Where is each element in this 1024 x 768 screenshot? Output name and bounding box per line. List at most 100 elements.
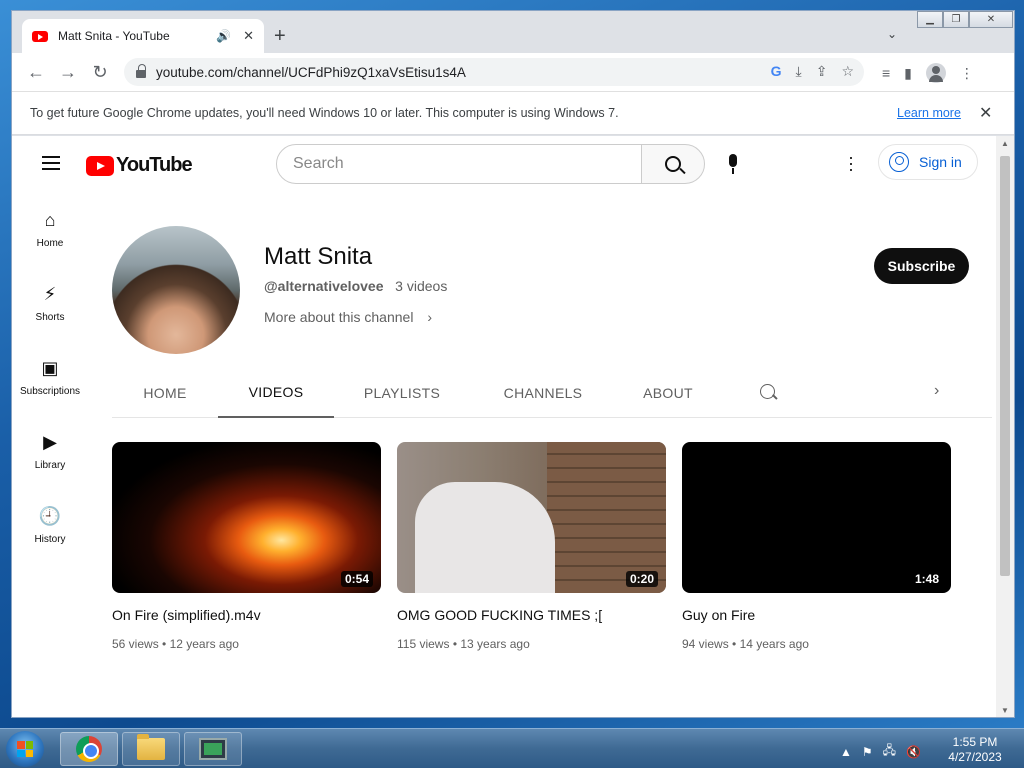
video-card[interactable]: 1:48 Guy on Fire 94 views • 14 years ago xyxy=(682,442,951,651)
media-control-icon[interactable]: ≡ xyxy=(882,65,890,81)
sidebar-item-history[interactable]: 🕘 History xyxy=(12,488,88,562)
more-about-channel-link[interactable]: More about this channel › xyxy=(264,309,432,325)
video-meta: 115 views • 13 years ago xyxy=(397,637,530,651)
windows-logo-icon xyxy=(17,741,33,757)
video-meta: 56 views • 12 years ago xyxy=(112,637,239,651)
video-title[interactable]: On Fire (simplified).m4v xyxy=(112,607,381,623)
history-icon: 🕘 xyxy=(38,506,62,526)
video-card[interactable]: 0:20 OMG GOOD FUCKING TIMES ;[ 115 views… xyxy=(397,442,666,651)
hamburger-menu-icon[interactable] xyxy=(42,156,60,170)
chrome-icon xyxy=(76,736,102,762)
tab-search-chevron-icon[interactable]: ⌄ xyxy=(887,27,897,41)
search-input[interactable]: Search xyxy=(276,144,642,184)
browser-toolbar: ← → ↻ youtube.com/channel/UCFdPhi9zQ1xaV… xyxy=(12,53,1014,91)
sign-in-button[interactable]: Sign in xyxy=(878,144,978,180)
lock-icon[interactable] xyxy=(136,64,146,78)
bookmark-star-icon[interactable]: ☆ xyxy=(841,63,854,80)
channel-name: Matt Snita xyxy=(264,243,373,270)
system-tray: ▲ ⚑ 🖧 🔇 xyxy=(840,741,921,762)
install-app-icon[interactable]: ⤓ xyxy=(796,63,802,80)
scroll-up-icon[interactable]: ▲ xyxy=(1001,139,1009,148)
channel-avatar[interactable] xyxy=(112,226,240,354)
sidebar-item-library[interactable]: ▶ Library xyxy=(12,414,88,488)
back-button[interactable]: ← xyxy=(22,58,50,86)
search-icon xyxy=(665,156,681,172)
video-views: 56 views xyxy=(112,637,159,651)
minimize-button[interactable]: ▁ xyxy=(917,11,943,28)
taskbar-explorer[interactable] xyxy=(122,732,180,766)
volume-icon[interactable]: 🔇 xyxy=(906,745,921,759)
tab-about[interactable]: ABOUT xyxy=(616,368,720,418)
address-bar[interactable]: youtube.com/channel/UCFdPhi9zQ1xaVsEtisu… xyxy=(124,58,864,86)
browser-tab[interactable]: Matt Snita - YouTube 🔊 ✕ xyxy=(22,19,264,53)
taskbar-clock[interactable]: 1:55 PM 4/27/2023 xyxy=(940,735,1010,765)
tab-close-icon[interactable]: ✕ xyxy=(243,28,254,44)
sidebar-item-label: Shorts xyxy=(35,311,65,323)
sidebar-item-label: Library xyxy=(34,459,66,471)
video-thumbnail[interactable]: 0:20 xyxy=(397,442,666,593)
tray-expand-icon[interactable]: ▲ xyxy=(840,745,852,759)
sidebar-item-home[interactable]: ⌂ Home xyxy=(12,192,88,266)
share-icon[interactable]: ⇪ xyxy=(816,63,828,80)
start-button[interactable] xyxy=(6,731,44,767)
youtube-favicon-icon xyxy=(32,30,48,42)
scrollbar-thumb[interactable] xyxy=(1000,156,1010,576)
new-tab-button[interactable]: + xyxy=(274,25,286,48)
tab-channels[interactable]: CHANNELS xyxy=(470,368,616,418)
url-text[interactable]: youtube.com/channel/UCFdPhi9zQ1xaVsEtisu… xyxy=(156,65,466,80)
action-center-icon[interactable]: ⚑ xyxy=(862,745,873,759)
video-title[interactable]: Guy on Fire xyxy=(682,607,951,623)
tab-home[interactable]: HOME xyxy=(112,368,218,418)
restore-button[interactable]: ❐ xyxy=(943,11,969,28)
tab-title: Matt Snita - YouTube xyxy=(58,29,170,43)
chevron-right-icon: › xyxy=(427,309,432,325)
side-panel-icon[interactable]: ▮ xyxy=(904,65,912,82)
folder-icon xyxy=(137,734,165,760)
speaker-icon[interactable]: 🔊 xyxy=(216,29,231,43)
shorts-icon: ⚡ xyxy=(43,284,57,304)
chrome-menu-icon[interactable]: ⋮ xyxy=(960,65,974,82)
chrome-window: Matt Snita - YouTube 🔊 ✕ + ⌄ ▁ ❐ ✕ ← → ↻… xyxy=(11,10,1015,718)
taskbar-chrome[interactable] xyxy=(60,732,118,766)
clock-time: 1:55 PM xyxy=(952,735,998,749)
taskbar-monitor-app[interactable] xyxy=(184,732,242,766)
clock-date: 4/27/2023 xyxy=(948,750,1002,764)
forward-button[interactable]: → xyxy=(54,58,82,86)
tabs-scroll-right-icon[interactable]: › xyxy=(934,382,939,400)
youtube-logo[interactable]: YouTube xyxy=(86,154,193,177)
video-duration: 0:20 xyxy=(625,571,658,587)
tab-playlists[interactable]: PLAYLISTS xyxy=(334,368,470,418)
video-thumbnail[interactable]: 0:54 xyxy=(112,442,381,593)
tab-videos[interactable]: VIDEOS xyxy=(218,368,334,418)
learn-more-link[interactable]: Learn more xyxy=(897,106,961,120)
page-scrollbar[interactable]: ▲ ▼ xyxy=(996,136,1014,717)
search-button[interactable] xyxy=(641,144,705,184)
profile-avatar-icon[interactable] xyxy=(925,63,946,83)
video-title[interactable]: OMG GOOD FUCKING TIMES ;[ xyxy=(397,607,666,623)
video-thumbnail[interactable]: 1:48 xyxy=(682,442,951,593)
google-translate-icon[interactable]: G xyxy=(771,63,782,80)
account-icon xyxy=(889,152,909,172)
youtube-play-icon xyxy=(86,155,114,176)
video-views: 94 views xyxy=(682,637,729,651)
sidebar-item-shorts[interactable]: ⚡ Shorts xyxy=(12,266,88,340)
channel-search-icon[interactable] xyxy=(760,384,775,399)
subscribe-button[interactable]: Subscribe xyxy=(874,248,969,284)
video-meta: 94 views • 14 years ago xyxy=(682,637,809,651)
infobar-close-icon[interactable]: ✕ xyxy=(979,103,992,123)
network-icon[interactable]: 🖧 xyxy=(883,741,896,762)
sign-in-label: Sign in xyxy=(919,154,962,170)
reload-button[interactable]: ↻ xyxy=(86,58,114,86)
microphone-icon[interactable] xyxy=(724,154,742,176)
video-card[interactable]: 0:54 On Fire (simplified).m4v 56 views •… xyxy=(112,442,381,651)
scroll-down-icon[interactable]: ▼ xyxy=(1001,706,1009,715)
close-window-button[interactable]: ✕ xyxy=(969,11,1013,28)
video-views: 115 views xyxy=(397,637,450,651)
update-infobar: To get future Google Chrome updates, you… xyxy=(12,91,1014,135)
channel-meta: @alternativelovee 3 videos xyxy=(264,278,447,294)
video-duration: 0:54 xyxy=(340,571,373,587)
sidebar-item-subscriptions[interactable]: ▣ Subscriptions xyxy=(12,340,88,414)
sidebar-item-label: Subscriptions xyxy=(19,385,81,397)
channel-tabs: HOME VIDEOS PLAYLISTS CHANNELS ABOUT › xyxy=(112,368,992,418)
settings-kebab-icon[interactable]: · · · xyxy=(848,148,854,178)
